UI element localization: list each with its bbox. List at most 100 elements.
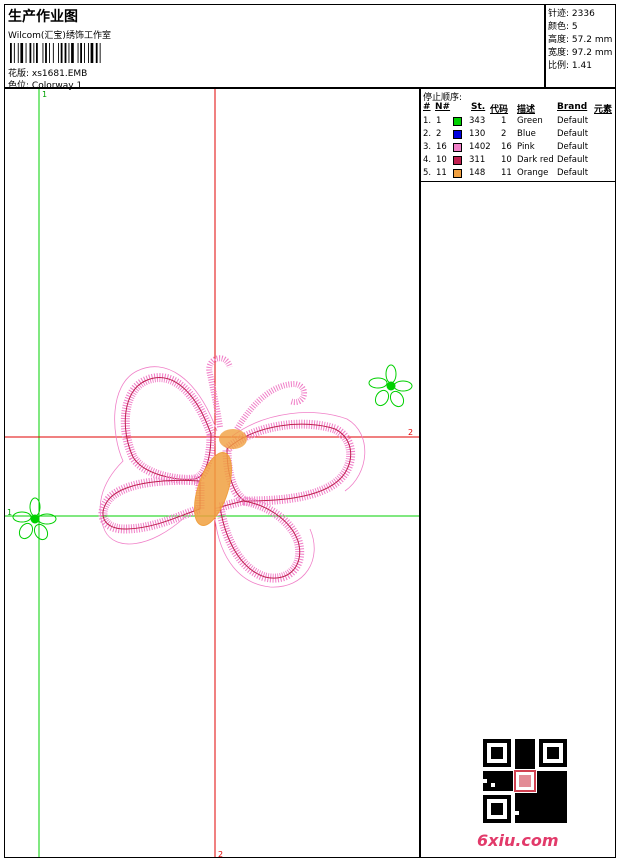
qr-cell [531, 819, 535, 823]
qr-cell [551, 755, 555, 759]
qr-cell [527, 751, 531, 755]
qr-cell [491, 811, 495, 815]
qr-cell [559, 815, 563, 819]
qr-cell [507, 771, 511, 775]
qr-cell [495, 775, 499, 779]
qr-cell [523, 811, 527, 815]
qr-cell [563, 763, 567, 767]
qr-cell [555, 783, 559, 787]
qr-cell [535, 803, 539, 807]
qr-cell [551, 807, 555, 811]
butterfly-design [98, 355, 366, 588]
barcode-bar [60, 43, 63, 63]
barcode-bar [13, 43, 15, 63]
qr-cell [543, 799, 547, 803]
qr-cell [527, 763, 531, 767]
stat-scale: 比例: 1.41 [548, 61, 592, 71]
barcode-bar [33, 43, 35, 63]
qr-cell [507, 815, 511, 819]
barcode-bar [68, 43, 70, 63]
qr-cell [531, 799, 535, 803]
col-index: # [423, 102, 431, 112]
qr-cell [555, 803, 559, 807]
row-index: 3. [423, 142, 432, 152]
qr-cell [487, 783, 491, 787]
qr-cell [483, 811, 487, 815]
qr-cell [555, 815, 559, 819]
qr-cell [499, 803, 503, 807]
qr-cell [535, 819, 539, 823]
qr-cell [555, 771, 559, 775]
qr-cell [555, 751, 559, 755]
row-code: 16 [501, 142, 512, 152]
qr-cell [559, 739, 563, 743]
qr-cell [543, 787, 547, 791]
qr-cell [515, 743, 519, 747]
row-index: 5. [423, 168, 432, 178]
qr-cell [495, 787, 499, 791]
embroidery-preview: 1 1 2 2 [5, 89, 419, 858]
qr-cell [547, 755, 551, 759]
barcode-bar [99, 43, 101, 63]
qr-cell [551, 791, 555, 795]
qr-cell [551, 775, 555, 779]
qr-cell [483, 807, 487, 811]
qr-cell [555, 819, 559, 823]
qr-cell [535, 795, 539, 799]
qr-cell [499, 811, 503, 815]
stats-panel: 针迹: 2336 颜色: 5 高度: 57.2 mm 宽度: 97.2 mm 比… [545, 4, 616, 88]
qr-cell [535, 811, 539, 815]
row-index: 1. [423, 116, 432, 126]
qr-cell [487, 763, 491, 767]
color-swatch [453, 169, 462, 178]
qr-cell [507, 779, 511, 783]
row-code: 1 [501, 116, 507, 126]
qr-cell [495, 819, 499, 823]
qr-cell [547, 815, 551, 819]
qr-cell [519, 759, 523, 763]
qr-cell [515, 747, 519, 751]
qr-cell [559, 795, 563, 799]
row-desc: Dark red [517, 155, 554, 165]
qr-cell [507, 755, 511, 759]
color-swatch [453, 130, 462, 139]
design-canvas[interactable]: 1 1 2 2 [4, 88, 420, 858]
barcode-bar [58, 43, 59, 63]
qr-cell [515, 759, 519, 763]
row-brand: Default [557, 142, 589, 152]
qr-cell [519, 799, 523, 803]
barcode-bar [49, 43, 50, 63]
qr-cell [539, 811, 543, 815]
qr-cell [547, 779, 551, 783]
qr-cell [531, 751, 535, 755]
qr-cell [483, 815, 487, 819]
qr-cell [491, 751, 495, 755]
qr-cell [547, 775, 551, 779]
qr-cell [495, 795, 499, 799]
qr-cell [543, 783, 547, 787]
qr-cell [547, 799, 551, 803]
qr-cell [531, 739, 535, 743]
qr-cell [531, 803, 535, 807]
barcode-bar [80, 43, 82, 63]
qr-cell [519, 763, 523, 767]
qr-cell [535, 799, 539, 803]
qr-cell [539, 815, 543, 819]
qr-cell [547, 807, 551, 811]
barcode-bar [25, 43, 27, 63]
qr-cell [559, 779, 563, 783]
qr-cell [539, 783, 543, 787]
qr-cell [483, 787, 487, 791]
qr-cell [491, 779, 495, 783]
wing-upper-left [120, 373, 216, 484]
qr-cell [483, 795, 487, 799]
qr-cell [487, 739, 491, 743]
color-swatch [453, 156, 462, 165]
col-desc: 描述 [517, 105, 536, 115]
qr-cell [507, 775, 511, 779]
qr-cell [563, 739, 567, 743]
qr-cell [543, 819, 547, 823]
qr-cell [503, 787, 507, 791]
qr-cell [539, 803, 543, 807]
marker-2-bottom: 2 [218, 850, 223, 858]
